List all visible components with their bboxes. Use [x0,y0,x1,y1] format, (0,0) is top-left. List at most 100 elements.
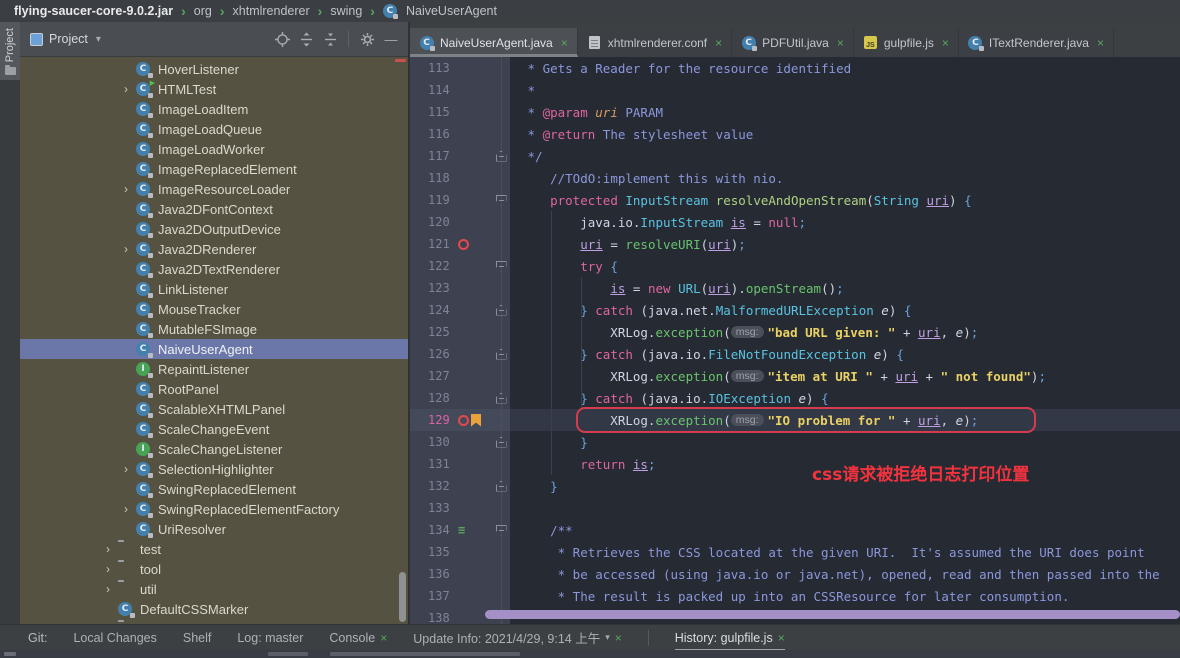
project-tool-button[interactable]: Project [0,22,20,80]
statusbar-tab-shelf[interactable]: Shelf [183,625,212,651]
tree-item-htmltest[interactable]: ›C▶HTMLTest [20,79,408,99]
fold-down-icon[interactable] [496,525,507,536]
code-text[interactable]: * Retrieves the CSS located at the given… [510,541,1180,563]
line-number[interactable]: 136 [428,567,458,581]
statusbar-tab-local-changes[interactable]: Local Changes [73,625,156,651]
breadcrumb-leaf[interactable]: NaiveUserAgent [406,4,497,18]
locate-icon[interactable] [273,30,291,48]
fold-up-icon[interactable] [496,481,507,492]
gutter[interactable]: 124 [410,299,510,321]
tree-item-scalechangelistener[interactable]: IScaleChangeListener [20,439,408,459]
gutter[interactable]: 136 [410,563,510,585]
code-text[interactable]: uri = resolveURI(uri); [510,233,1180,255]
tree-item-linklistener[interactable]: CLinkListener [20,279,408,299]
code-text[interactable]: is = new URL(uri).openStream(); [510,277,1180,299]
close-tab-icon[interactable]: × [837,36,844,50]
code-line-114[interactable]: 114 * [410,79,1180,101]
bookmark-icon[interactable] [471,414,481,427]
tree-item-uriresolver[interactable]: CUriResolver [20,519,408,539]
project-scrollbar[interactable] [399,572,406,622]
fold-slot[interactable] [494,393,508,404]
tab-naiveuseragent-java[interactable]: CNaiveUserAgent.java× [410,28,578,57]
fold-up-icon[interactable] [496,437,507,448]
statusbar-tab-update-info[interactable]: Update Info: 2021/4/29, 9:14 上午▾× [413,625,621,651]
gutter[interactable]: 120 [410,211,510,233]
chevron-right-icon[interactable]: › [116,242,136,256]
tree-item-rootpanel[interactable]: CRootPanel [20,379,408,399]
code-line-132[interactable]: 132 } [410,475,1180,497]
close-tab-icon[interactable]: × [942,36,949,50]
line-number[interactable]: 122 [428,259,458,273]
tree-item-mutablefsimage[interactable]: CMutableFSImage [20,319,408,339]
line-number[interactable]: 135 [428,545,458,559]
code-line-113[interactable]: 113 * Gets a Reader for the resource ide… [410,57,1180,79]
tree-item-selectionhighlighter[interactable]: ›CSelectionHighlighter [20,459,408,479]
code-text[interactable]: * The result is packed up into an CSSRes… [510,585,1180,607]
code-line-116[interactable]: 116 * @return The stylesheet value [410,123,1180,145]
line-number[interactable]: 115 [428,105,458,119]
statusbar-tab-console[interactable]: Console× [329,625,387,651]
tree-item-swingreplacedelement[interactable]: CSwingReplacedElement [20,479,408,499]
code-line-123[interactable]: 123 is = new URL(uri).openStream(); [410,277,1180,299]
code-line-137[interactable]: 137 * The result is packed up into an CS… [410,585,1180,607]
fold-up-icon[interactable] [496,393,507,404]
code-line-120[interactable]: 120 java.io.InputStream is = null; [410,211,1180,233]
gutter[interactable]: 121 [410,233,510,255]
line-number[interactable]: 118 [428,171,458,185]
code-text[interactable]: * be accessed (using java.io or java.net… [510,563,1180,585]
gutter[interactable]: 134≡ [410,519,510,541]
code-text[interactable]: * @return The stylesheet value [510,123,1180,145]
gutter[interactable]: 133 [410,497,510,519]
tree-item-java2dfontcontext[interactable]: CJava2DFontContext [20,199,408,219]
breakpoint-icon[interactable] [458,415,469,426]
breadcrumb-jar[interactable]: flying-saucer-core-9.0.2.jar [14,4,173,18]
tab-xhtmlrenderer-conf[interactable]: xhtmlrenderer.conf× [578,28,732,57]
expand-all-icon[interactable] [297,30,315,48]
code-text[interactable]: } catch (java.io.IOException e) { [510,387,1180,409]
chevron-right-icon[interactable]: › [98,562,118,576]
tree-item-defaultcssmarker[interactable]: CDefaultCSSMarker [20,599,408,619]
gutter[interactable]: 128 [410,387,510,409]
gutter[interactable]: 114 [410,79,510,101]
gutter[interactable]: 119 [410,189,510,211]
code-line-118[interactable]: 118 //TOdO:implement this with nio. [410,167,1180,189]
chevron-down-icon[interactable]: ▾ [96,34,101,45]
gutter[interactable]: 135 [410,541,510,563]
close-tab-icon[interactable]: × [1097,36,1104,50]
code-line-122[interactable]: 122 try { [410,255,1180,277]
chevron-right-icon[interactable]: › [116,462,136,476]
tree-item-imageloadworker[interactable]: CImageLoadWorker [20,139,408,159]
gutter[interactable]: 118 [410,167,510,189]
tree-item-java2drenderer[interactable]: ›CJava2DRenderer [20,239,408,259]
line-number[interactable]: 129 [428,413,458,427]
close-tab-icon[interactable]: × [615,631,622,645]
fold-slot[interactable] [494,525,508,536]
chevron-right-icon[interactable]: › [98,542,118,556]
line-number[interactable]: 127 [428,369,458,383]
close-tab-icon[interactable]: × [715,36,722,50]
line-number[interactable]: 132 [428,479,458,493]
chevron-right-icon[interactable]: › [98,582,118,596]
code-editor[interactable]: 113 * Gets a Reader for the resource ide… [410,57,1180,624]
tree-item-repaintlistener[interactable]: IRepaintListener [20,359,408,379]
fold-slot[interactable] [494,349,508,360]
code-line-130[interactable]: 130 } [410,431,1180,453]
code-line-117[interactable]: 117 */ [410,145,1180,167]
code-text[interactable]: * Gets a Reader for the resource identif… [510,57,1180,79]
fold-slot[interactable] [494,481,508,492]
fold-slot[interactable] [494,195,508,206]
gutter[interactable]: 122 [410,255,510,277]
line-number[interactable]: 138 [428,611,458,624]
tree-item-imagereplacedelement[interactable]: CImageReplacedElement [20,159,408,179]
line-number[interactable]: 126 [428,347,458,361]
gutter[interactable]: 130 [410,431,510,453]
tree-item-java2dtextrenderer[interactable]: CJava2DTextRenderer [20,259,408,279]
line-number[interactable]: 123 [428,281,458,295]
gutter[interactable]: 116 [410,123,510,145]
chevron-right-icon[interactable]: › [116,182,136,196]
tree-item-imageloaditem[interactable]: CImageLoadItem [20,99,408,119]
fold-slot[interactable] [494,305,508,316]
gutter[interactable]: 132 [410,475,510,497]
tree-item-tool[interactable]: ›tool [20,559,408,579]
code-line-131[interactable]: 131 return is; [410,453,1180,475]
